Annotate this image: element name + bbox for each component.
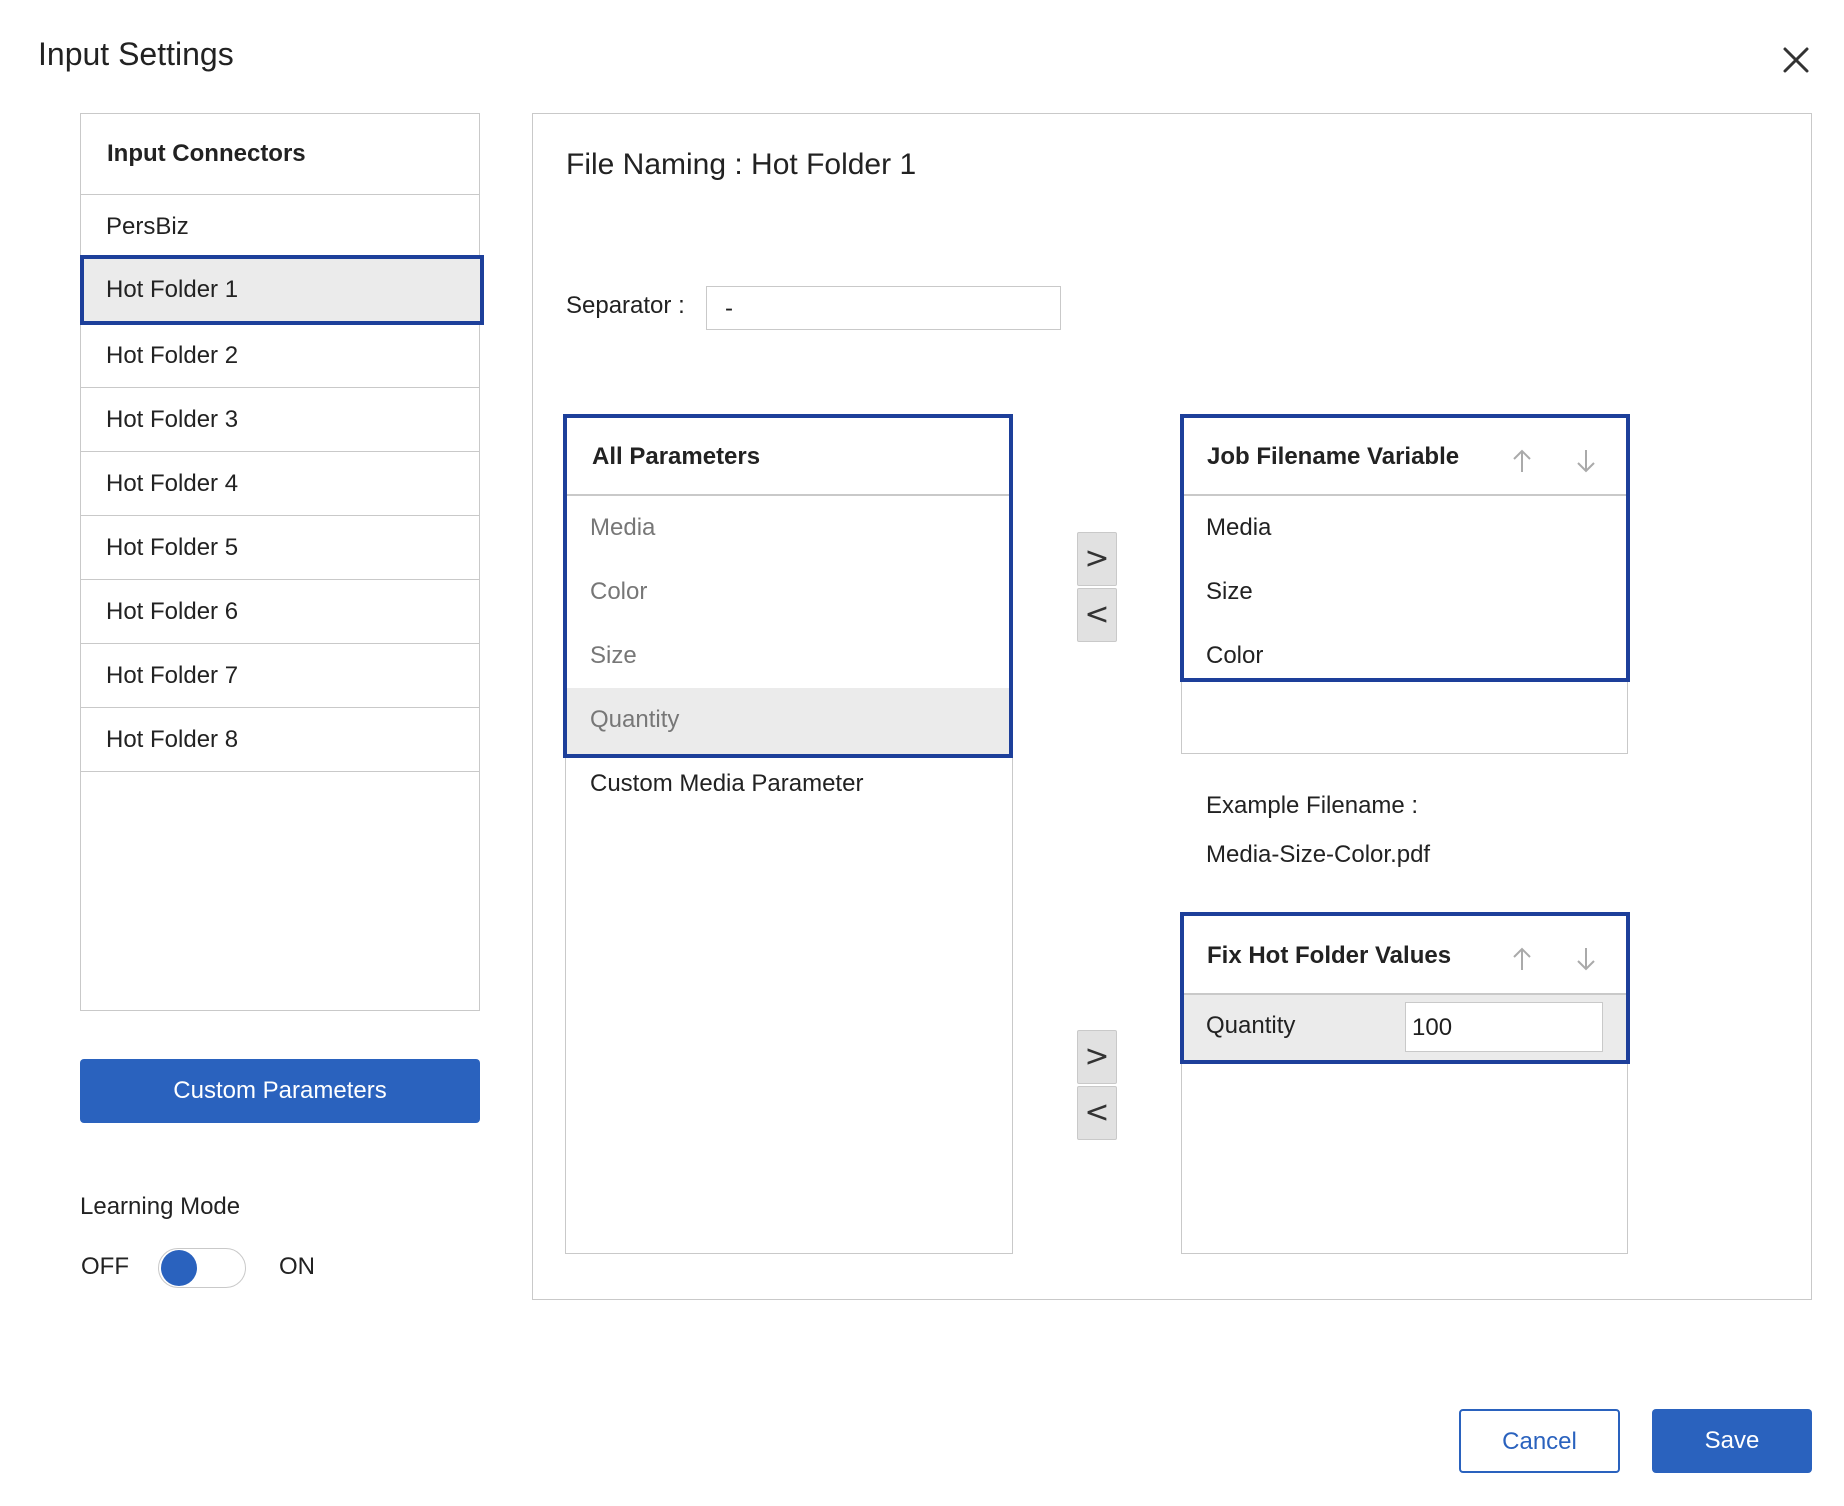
connector-item-hot-folder-8[interactable]: Hot Folder 8 — [81, 708, 479, 772]
close-icon[interactable] — [1776, 40, 1816, 80]
example-filename-label: Example Filename : — [1206, 792, 1419, 819]
connector-item-hot-folder-6[interactable]: Hot Folder 6 — [81, 580, 479, 644]
connector-item-hot-folder-5[interactable]: Hot Folder 5 — [81, 516, 479, 580]
all-parameters-divider — [567, 494, 1009, 496]
param-item-color[interactable]: Color — [590, 578, 647, 606]
param-item-quantity[interactable]: Quantity — [590, 706, 679, 734]
fix-hot-folder-values-header: Fix Hot Folder Values — [1207, 942, 1452, 969]
toggle-knob — [161, 1250, 197, 1286]
arrow-up-icon[interactable] — [1509, 446, 1535, 476]
dialog-title: Input Settings — [38, 36, 234, 72]
input-connectors-panel: Input Connectors PersBiz Hot Folder 1 Ho… — [80, 113, 484, 1011]
job-variable-item-color[interactable]: Color — [1206, 642, 1263, 670]
cancel-button[interactable]: Cancel — [1459, 1409, 1620, 1473]
arrow-down-icon[interactable] — [1573, 944, 1599, 974]
fix-value-quantity-input[interactable]: 100 — [1405, 1002, 1603, 1052]
connector-item-hot-folder-7[interactable]: Hot Folder 7 — [81, 644, 479, 708]
learning-mode-on-label: ON — [279, 1253, 315, 1280]
job-variable-item-size[interactable]: Size — [1206, 578, 1253, 606]
connector-item-hot-folder-4[interactable]: Hot Folder 4 — [81, 452, 479, 516]
arrow-up-icon[interactable] — [1509, 944, 1535, 974]
fix-value-quantity-label: Quantity — [1206, 1012, 1296, 1039]
connector-item-hot-folder-3[interactable]: Hot Folder 3 — [81, 388, 479, 452]
fix-move-right-button[interactable]: > — [1077, 1030, 1117, 1084]
learning-mode-label: Learning Mode — [80, 1193, 241, 1220]
job-filename-variable-header: Job Filename Variable — [1207, 443, 1460, 470]
all-parameters-header: All Parameters — [592, 443, 761, 470]
fix-move-left-button[interactable]: < — [1077, 1086, 1117, 1140]
connector-item-hot-folder-1[interactable]: Hot Folder 1 — [80, 255, 484, 325]
input-connectors-header: Input Connectors — [81, 114, 479, 195]
param-item-custom-media[interactable]: Custom Media Parameter — [590, 770, 863, 798]
save-button[interactable]: Save — [1652, 1409, 1812, 1473]
job-variable-item-media[interactable]: Media — [1206, 514, 1271, 542]
param-item-size[interactable]: Size — [590, 642, 637, 670]
move-right-button[interactable]: > — [1077, 532, 1117, 586]
separator-input[interactable]: - — [706, 286, 1061, 330]
separator-label: Separator : — [566, 292, 685, 319]
fix-hot-folder-divider — [1184, 993, 1626, 995]
connector-item-persbiz[interactable]: PersBiz — [81, 195, 479, 259]
learning-mode-toggle[interactable] — [158, 1248, 246, 1288]
file-naming-title: File Naming : Hot Folder 1 — [566, 148, 917, 181]
learning-mode-off-label: OFF — [81, 1253, 129, 1280]
custom-parameters-button[interactable]: Custom Parameters — [80, 1059, 480, 1123]
arrow-down-icon[interactable] — [1573, 446, 1599, 476]
param-item-media[interactable]: Media — [590, 514, 655, 542]
connector-item-hot-folder-2[interactable]: Hot Folder 2 — [81, 324, 479, 388]
move-left-button[interactable]: < — [1077, 588, 1117, 642]
example-filename-value: Media-Size-Color.pdf — [1206, 841, 1431, 868]
job-filename-divider — [1184, 494, 1626, 496]
